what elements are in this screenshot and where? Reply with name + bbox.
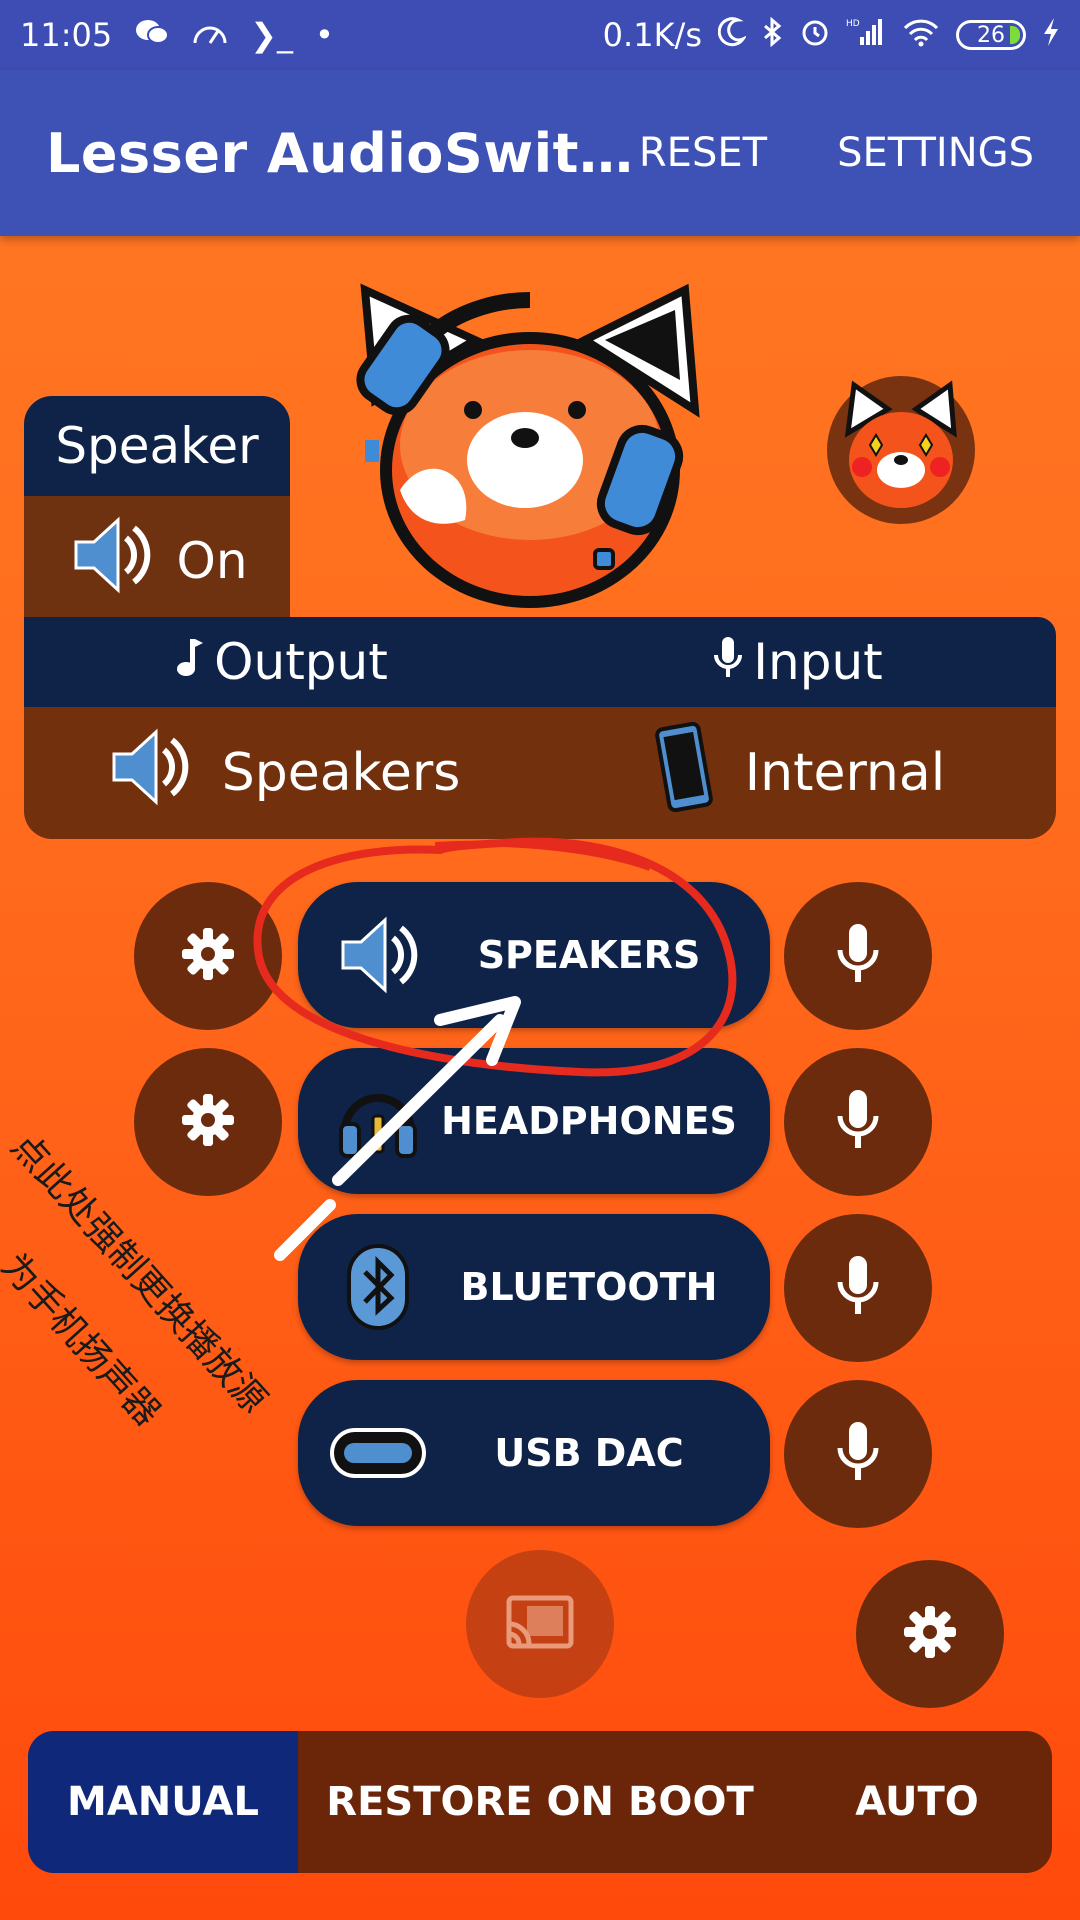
speaker-icon [66, 510, 156, 612]
output-header-label: Output [214, 633, 388, 691]
speaker-icon [104, 722, 194, 825]
moon-icon [717, 17, 748, 53]
status-time: 11:05 [20, 16, 113, 54]
gear-icon [178, 924, 238, 988]
battery-icon: 26 [956, 20, 1026, 50]
microphone-icon [835, 922, 881, 990]
input-value: Internal [540, 721, 1056, 825]
usb-dac-mic-button[interactable] [784, 1380, 932, 1528]
headphones-mic-button[interactable] [784, 1048, 932, 1196]
mode-selector: MANUAL RESTORE ON BOOT AUTO [28, 1731, 1052, 1873]
signal-icon: HD [846, 17, 886, 53]
mode-auto-tab[interactable]: AUTO [782, 1731, 1052, 1873]
device-label: HEADPHONES [441, 1099, 737, 1143]
input-value-label: Internal [744, 743, 946, 803]
terminal-icon: ❯_ [250, 16, 294, 54]
bluetooth-device-button[interactable]: BLUETOOTH [298, 1214, 770, 1360]
alarm-icon [800, 17, 830, 53]
global-settings-button[interactable] [856, 1560, 1004, 1708]
app-bar: Lesser AudioSwit… RESET SETTINGS [0, 70, 1080, 236]
status-card-title: Speaker [24, 396, 290, 496]
output-header: Output [24, 633, 540, 691]
status-card-state: On [176, 532, 248, 590]
wechat-icon [134, 17, 170, 53]
usb-dac-device-button[interactable]: USB DAC [298, 1380, 770, 1526]
gear-icon [178, 1090, 238, 1154]
device-label: SPEAKERS [477, 933, 701, 977]
speaker-status-card: Speaker On [24, 396, 290, 626]
headphones-icon [318, 1076, 438, 1166]
microphone-icon [713, 633, 743, 691]
cast-icon [505, 1594, 575, 1654]
reset-button[interactable]: RESET [639, 130, 767, 176]
microphone-icon [835, 1088, 881, 1156]
speakers-settings-button[interactable] [134, 882, 282, 1030]
mode-restore-on-boot-tab[interactable]: RESTORE ON BOOT [298, 1731, 782, 1873]
net-speed: 0.1K/s [602, 16, 702, 54]
bluetooth-mic-button[interactable] [784, 1214, 932, 1362]
battery-level: 26 [977, 22, 1005, 48]
io-panel: Output Input Speakers Internal [24, 617, 1056, 839]
speakers-device-button[interactable]: SPEAKERS [298, 882, 770, 1028]
hd-label: HD [846, 19, 860, 29]
microphone-icon [835, 1254, 881, 1322]
speaker-icon [318, 910, 438, 1000]
red-panda-mascot [355, 280, 725, 620]
microphone-icon [835, 1420, 881, 1488]
phone-icon [651, 721, 717, 825]
headphones-settings-button[interactable] [134, 1048, 282, 1196]
output-value-label: Speakers [221, 743, 461, 803]
mode-manual-tab[interactable]: MANUAL [28, 1731, 298, 1873]
notification-dot: • [315, 16, 334, 54]
settings-button[interactable]: SETTINGS [837, 130, 1034, 176]
gear-icon [900, 1602, 960, 1666]
bluetooth-icon [318, 1242, 438, 1332]
headphones-device-button[interactable]: HEADPHONES [298, 1048, 770, 1194]
music-note-icon [176, 633, 204, 691]
cast-button[interactable] [466, 1550, 614, 1698]
red-panda-avatar[interactable] [826, 375, 976, 525]
bluetooth-status-icon [762, 16, 784, 53]
speedometer-icon [192, 19, 228, 51]
device-label: BLUETOOTH [460, 1265, 718, 1309]
speakers-mic-button[interactable] [784, 882, 932, 1030]
charging-icon [1042, 17, 1060, 53]
app-title: Lesser AudioSwit… [46, 121, 634, 185]
usb-c-icon [318, 1426, 438, 1480]
input-header: Input [540, 633, 1056, 691]
status-bar: 11:05 ❯_ • 0.1K/s HD 26 [0, 0, 1080, 70]
wifi-icon [902, 17, 940, 53]
input-header-label: Input [753, 633, 883, 691]
output-value: Speakers [24, 722, 540, 825]
device-label: USB DAC [494, 1431, 684, 1475]
